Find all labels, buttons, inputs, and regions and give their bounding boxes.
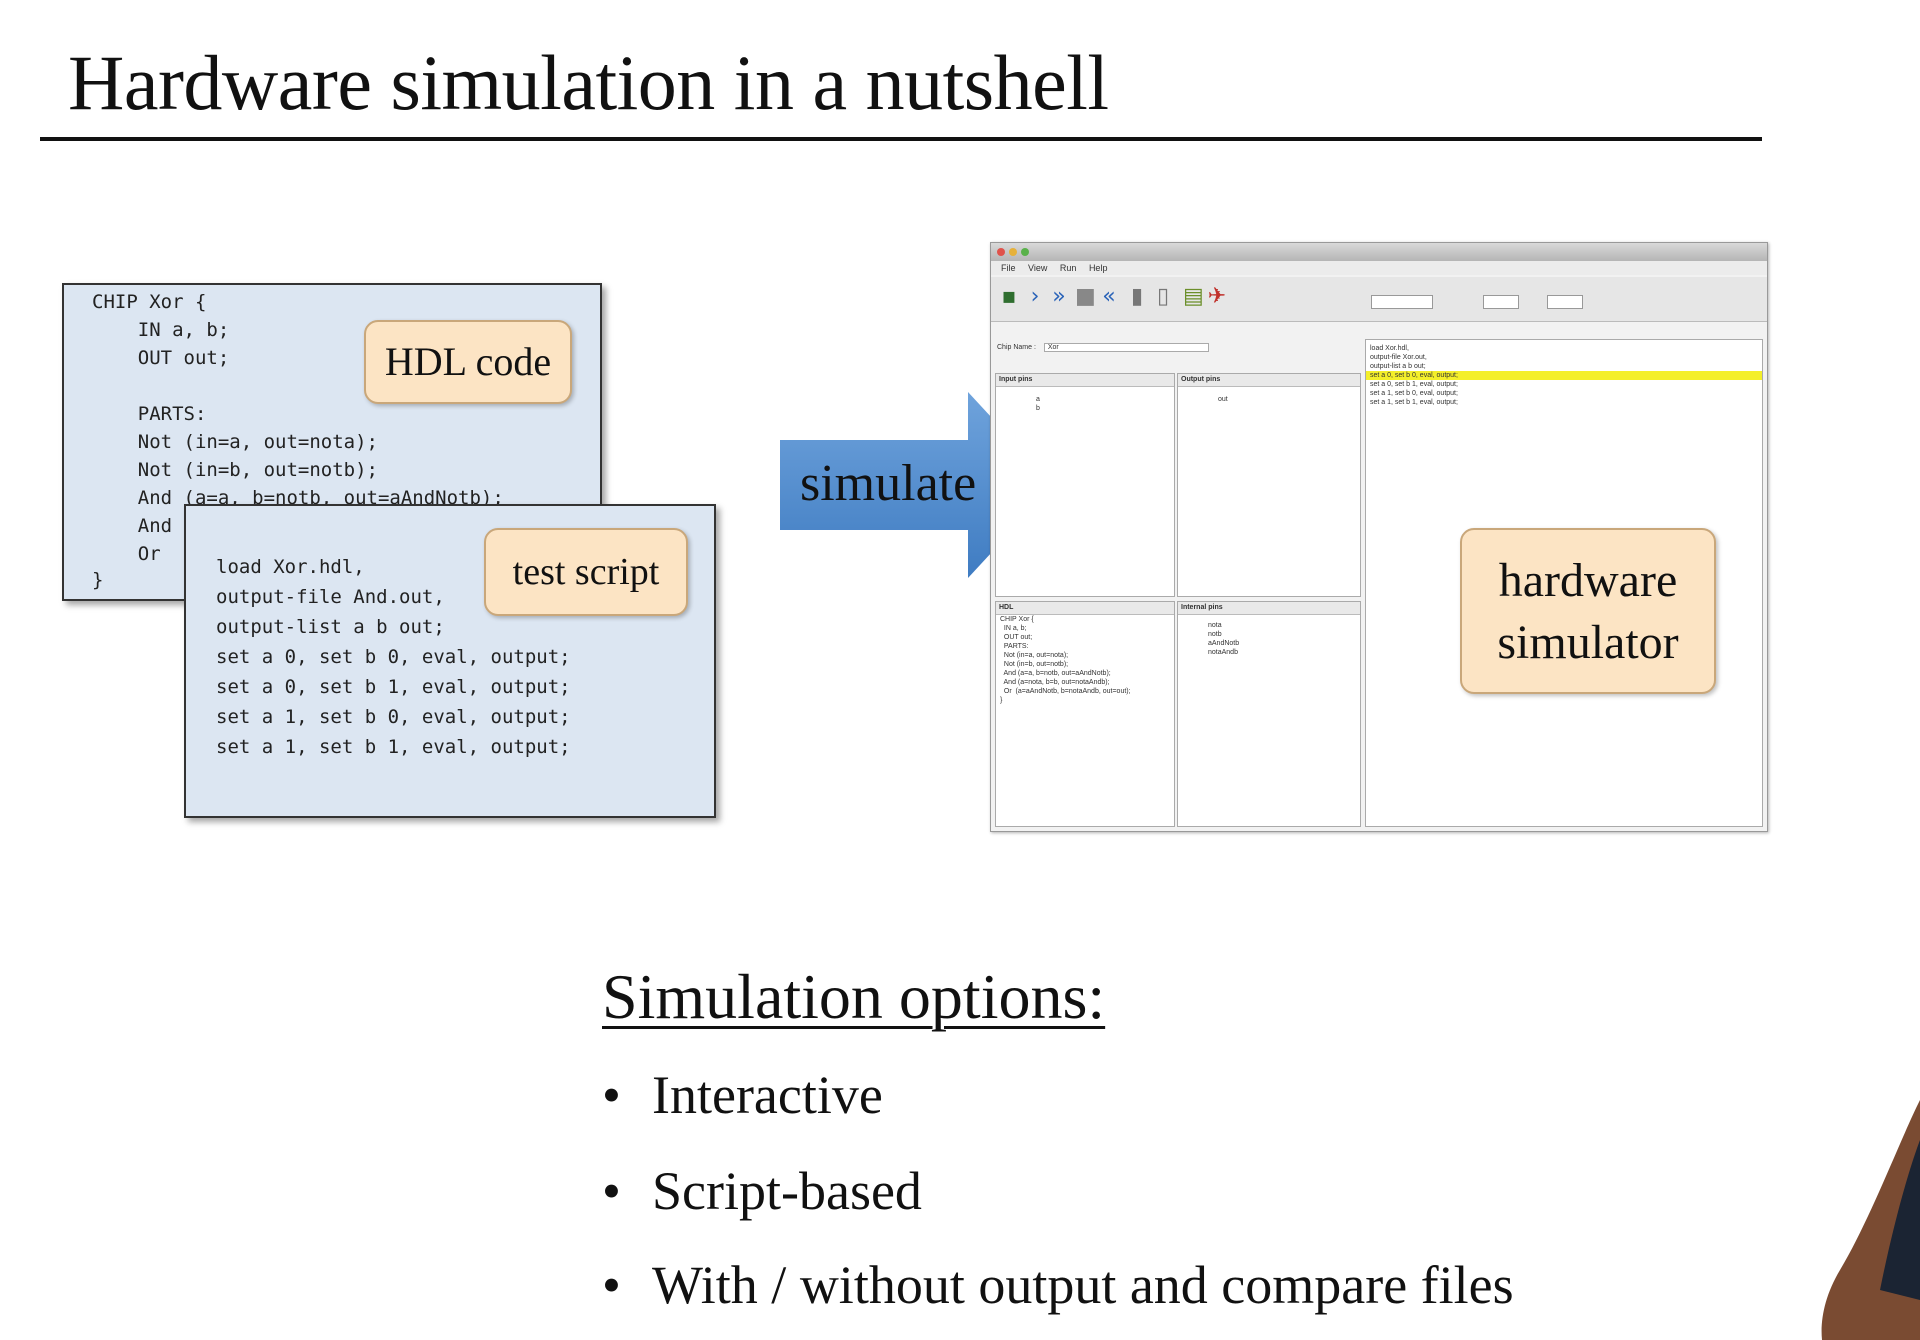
option-bullet: • Script-based (602, 1161, 922, 1221)
test-script-line: set a 0, set b 0, eval, output; (216, 646, 571, 668)
hdl-code-line: IN a, b; (92, 319, 230, 341)
hardware-simulator-label: hardware simulator (1460, 528, 1716, 694)
output-pin-row: out (1218, 396, 1228, 403)
simulator-toolbar: ▪ › » ■ « ▮ ▯ ▤ ✈ (991, 277, 1767, 322)
input-pins-header: Input pins (996, 374, 1174, 387)
simulation-options-title: Simulation options: (602, 961, 1106, 1032)
input-pins-panel: Input pins a b (995, 373, 1175, 597)
hdl-panel-line: IN a, b; (1000, 625, 1027, 632)
chip-name-field[interactable]: Xor (1043, 343, 1209, 352)
internal-pins-header: Internal pins (1178, 602, 1360, 615)
hdl-panel-line: PARTS: (1000, 643, 1029, 650)
test-script-line: set a 0, set b 1, eval, output; (216, 676, 571, 698)
hdl-panel-line: Not (in=b, out=notb); (1000, 661, 1069, 668)
option-bullet: • With / without output and compare files (602, 1255, 1514, 1315)
hdl-code-line: } (92, 569, 104, 591)
script-line: output-list a b out; (1370, 363, 1426, 370)
single-step-icon[interactable]: › (1025, 286, 1045, 308)
internal-pin-row: nota (1208, 622, 1222, 629)
hdl-panel-line: And (a=nota, b=b, out=notaAndb); (1000, 679, 1110, 686)
minimize-icon[interactable] (1009, 248, 1017, 256)
hdl-panel-line: OUT out; (1000, 634, 1033, 641)
option-text: Script-based (652, 1161, 922, 1221)
animate-select[interactable] (1371, 295, 1433, 309)
input-pin-row[interactable]: a (996, 395, 1174, 404)
title-rule (40, 137, 1762, 141)
hardware-simulator-label-line2: simulator (1497, 616, 1679, 669)
internal-pin-row: notaAndb (1208, 649, 1238, 656)
test-script-label: test script (484, 528, 688, 616)
simulator-menubar: File View Run Help (991, 261, 1767, 275)
simulator-titlebar (991, 243, 1767, 261)
option-bullet: • Interactive (602, 1065, 883, 1125)
chip-name-row: Chip Name : Xor (997, 343, 1297, 357)
hdl-panel-line: } (1000, 697, 1003, 704)
test-script-line: set a 1, set b 0, eval, output; (216, 706, 571, 728)
test-script-line: set a 1, set b 1, eval, output; (216, 736, 571, 758)
hdl-code-label: HDL code (364, 320, 572, 404)
rewind-icon[interactable]: « (1099, 286, 1119, 308)
menu-file[interactable]: File (1001, 263, 1016, 273)
test-script-line: load Xor.hdl, (216, 556, 365, 578)
output-pins-panel: Output pins out (1177, 373, 1361, 597)
output-pins-header: Output pins (1178, 374, 1360, 387)
script-line: load Xor.hdl, (1370, 345, 1409, 352)
hdl-code-line: PARTS: (92, 403, 207, 425)
close-icon[interactable] (997, 248, 1005, 256)
hdl-header: HDL (996, 602, 1174, 615)
simulate-label: simulate (800, 455, 977, 512)
script-line: set a 1, set b 0, eval, output; (1370, 390, 1458, 397)
hdl-code-line: And ( (92, 515, 195, 537)
breakpoint-icon[interactable]: ▯ (1153, 286, 1173, 308)
menu-run[interactable]: Run (1060, 263, 1077, 273)
option-text: Interactive (652, 1065, 883, 1125)
compare-icon[interactable]: ▤ (1183, 286, 1204, 308)
hdl-panel-line: Not (in=a, out=nota); (1000, 652, 1069, 659)
hardware-simulator-label-line1: hardware (1498, 554, 1678, 607)
script-line: set a 0, set b 1, eval, output; (1370, 381, 1458, 388)
hdl-code-line: OUT out; (92, 347, 230, 369)
load-chip-icon[interactable]: ▪ (999, 286, 1019, 308)
menu-view[interactable]: View (1028, 263, 1047, 273)
hdl-panel: HDL CHIP Xor { IN a, b; OUT out; PARTS: … (995, 601, 1175, 827)
hdl-code-line: Not (in=a, out=nota); (92, 431, 378, 453)
internal-pin-row: notb (1208, 631, 1222, 638)
menu-help[interactable]: Help (1089, 263, 1108, 273)
internal-pin-row: aAndNotb (1208, 640, 1240, 647)
hdl-panel-line: CHIP Xor { (1000, 616, 1034, 623)
hdl-code-line: Or ( (92, 543, 195, 565)
rocket-icon[interactable]: ✈ (1207, 286, 1227, 308)
script-line-highlighted: set a 0, set b 0, eval, output; (1366, 371, 1762, 380)
maximize-icon[interactable] (1021, 248, 1029, 256)
stop-icon[interactable]: ■ (1075, 286, 1096, 308)
format-select[interactable] (1483, 295, 1519, 309)
input-pin-row[interactable]: b (996, 404, 1174, 413)
fast-forward-icon[interactable]: » (1049, 286, 1069, 308)
hdl-panel-line: And (a=a, b=notb, out=aAndNotb); (1000, 670, 1111, 677)
internal-pins-panel: Internal pins nota notb aAndNotb notaAnd… (1177, 601, 1361, 827)
hdl-code-line: Not (in=b, out=notb); (92, 459, 378, 481)
presenter-image (1821, 1100, 1920, 1340)
hdl-code-line: CHIP Xor { (92, 291, 207, 313)
option-text: With / without output and compare files (652, 1255, 1514, 1315)
script-icon[interactable]: ▮ (1127, 286, 1147, 308)
chip-name-label: Chip Name : (997, 344, 1036, 351)
test-script-line: output-list a b out; (216, 616, 445, 638)
slide-title: Hardware simulation in a nutshell (68, 39, 1109, 126)
script-line: set a 1, set b 1, eval, output; (1370, 399, 1458, 406)
script-line: output-file Xor.out, (1370, 354, 1427, 361)
view-select[interactable] (1547, 295, 1583, 309)
test-script-line: output-file And.out, (216, 586, 445, 608)
hdl-panel-line: Or (a=aAndNotb, b=notaAndb, out=out); (1000, 688, 1131, 695)
